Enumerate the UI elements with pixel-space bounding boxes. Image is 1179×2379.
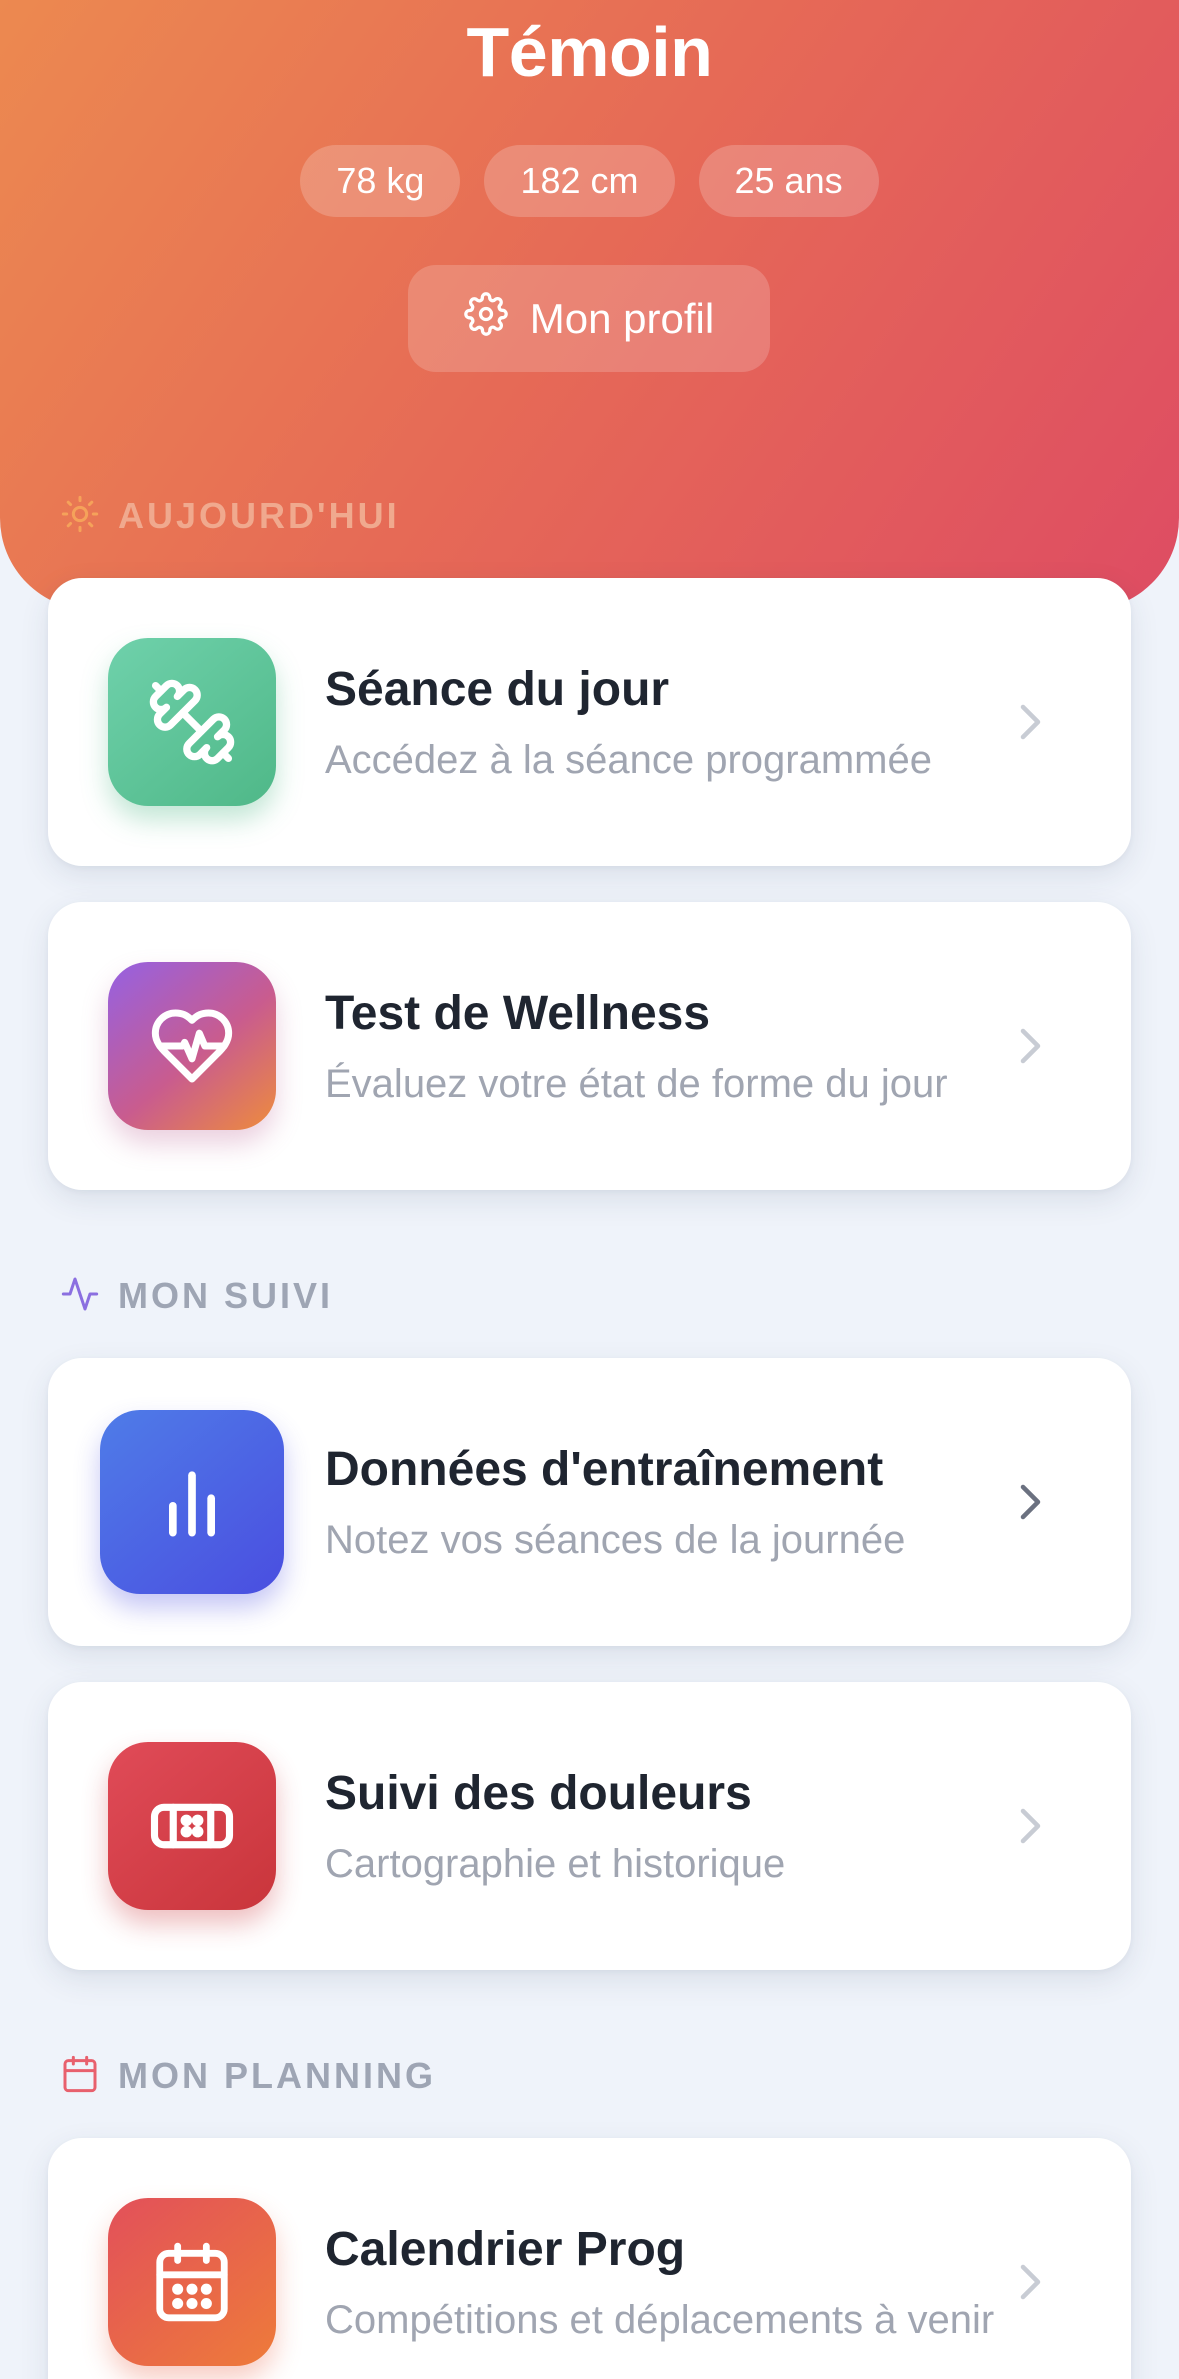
- section-today: AUJOURD'HUI: [60, 491, 400, 541]
- weight-chip: 78 kg: [300, 145, 461, 217]
- card-title: Calendrier Prog: [325, 2223, 686, 2276]
- age-chip: 25 ans: [698, 145, 879, 217]
- chevron-right-icon: [997, 2250, 1061, 2314]
- calendar-icon: [60, 2054, 100, 2099]
- chevron-right-icon: [997, 690, 1061, 754]
- card-title: Suivi des douleurs: [325, 1767, 752, 1820]
- chevron-right-icon: [997, 1794, 1061, 1858]
- section-today-label: AUJOURD'HUI: [118, 495, 400, 536]
- athlete-stats: 78 kg 182 cm 25 ans: [0, 145, 1179, 217]
- card-subtitle: Compétitions et déplacements à venir: [325, 2298, 995, 2342]
- pain-tracking-card[interactable]: Suivi des douleurs Cartographie et histo…: [48, 1682, 1131, 1970]
- session-of-the-day-card[interactable]: Séance du jour Accédez à la séance progr…: [48, 578, 1131, 866]
- calendar-icon: [108, 2198, 276, 2366]
- dumbbell-icon: [108, 638, 276, 806]
- heart-pulse-icon: [108, 962, 276, 1130]
- wellness-test-card[interactable]: Test de Wellness Évaluez votre état de f…: [48, 902, 1131, 1190]
- card-subtitle: Notez vos séances de la journée: [325, 1518, 906, 1562]
- card-subtitle: Cartographie et historique: [325, 1842, 786, 1886]
- program-calendar-card[interactable]: Calendrier Prog Compétitions et déplacem…: [48, 2138, 1131, 2379]
- section-planning: MON PLANNING: [60, 2051, 436, 2101]
- section-tracking-label: MON SUIVI: [118, 1275, 334, 1316]
- chevron-right-icon: [997, 1470, 1061, 1534]
- height-chip: 182 cm: [484, 145, 675, 217]
- activity-icon: [60, 1274, 100, 1319]
- chevron-right-icon: [997, 1014, 1061, 1078]
- sun-icon: [60, 494, 100, 539]
- my-profile-label: Mon profil: [529, 294, 715, 342]
- section-tracking: MON SUIVI: [60, 1271, 333, 1321]
- my-profile-button[interactable]: Mon profil: [408, 265, 770, 372]
- section-planning-label: MON PLANNING: [118, 2055, 436, 2096]
- card-subtitle: Évaluez votre état de forme du jour: [325, 1062, 948, 1106]
- card-title: Données d'entraînement: [325, 1443, 884, 1496]
- athlete-name: Témoin: [466, 13, 713, 91]
- card-subtitle: Accédez à la séance programmée: [325, 738, 932, 782]
- bandage-icon: [108, 1742, 276, 1910]
- card-title: Séance du jour: [325, 663, 670, 716]
- card-title: Test de Wellness: [325, 987, 711, 1040]
- gear-icon: [464, 291, 508, 346]
- bar-chart-icon: [100, 1410, 284, 1594]
- training-data-card[interactable]: Données d'entraînement Notez vos séances…: [48, 1358, 1131, 1646]
